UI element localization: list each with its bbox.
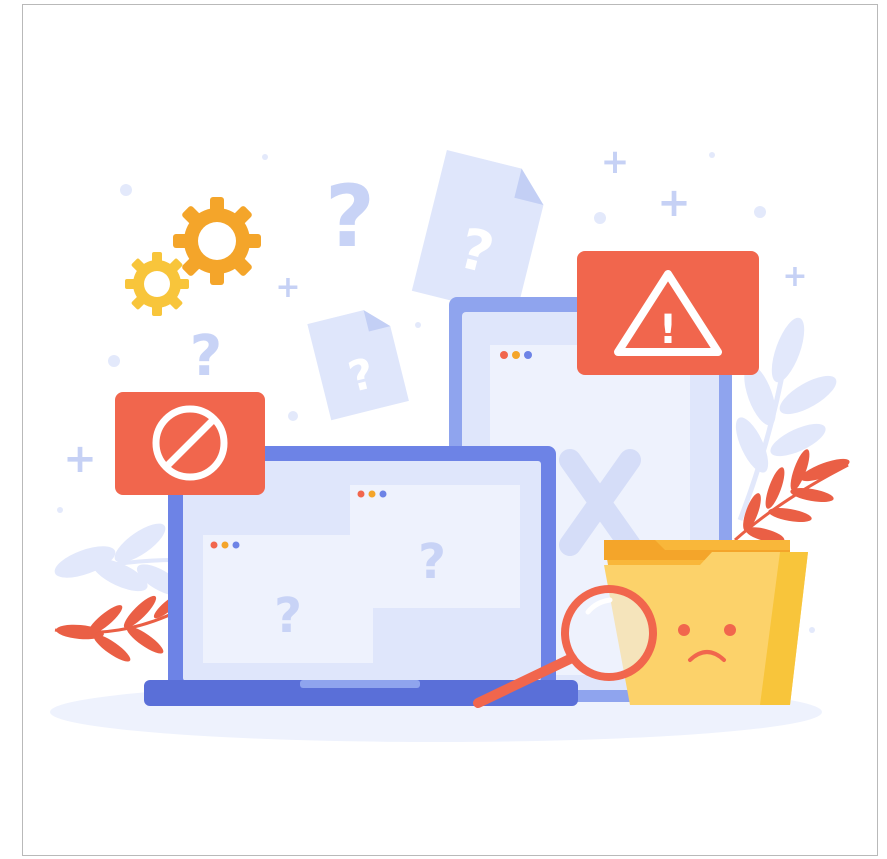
plus-icon: + [275, 270, 300, 305]
question-mark: ? [325, 167, 375, 267]
document-question-icon: ? [307, 310, 409, 421]
folder-eye [678, 624, 690, 636]
window-dot [368, 490, 376, 498]
exclamation-mark: ! [659, 307, 677, 353]
warning-icon: ! [577, 251, 759, 375]
gear-icon [125, 252, 189, 316]
window-dot [524, 351, 532, 359]
window-dot [210, 541, 218, 549]
gear-icon [173, 197, 261, 285]
plus-icon: + [782, 259, 807, 294]
window-dot [232, 541, 240, 549]
document-question-icon: ? [411, 150, 544, 317]
question-mark: ? [418, 534, 446, 590]
window-dot [500, 351, 508, 359]
window-dot [221, 541, 229, 549]
leaf-icon [54, 593, 183, 662]
plus-icon: + [63, 436, 97, 482]
question-mark: ? [190, 324, 222, 389]
error-illustration: + + + + + ? ? ? ? ! ? ? [50, 142, 850, 742]
folder-eye [724, 624, 736, 636]
plus-icon: + [657, 180, 691, 226]
question-mark: ? [274, 588, 302, 644]
window-dot [357, 490, 365, 498]
plus-icon: + [601, 142, 630, 182]
leaf-icon [54, 523, 184, 596]
no-entry-icon [115, 392, 265, 495]
window-dot [512, 351, 520, 359]
window-dot [379, 490, 387, 498]
